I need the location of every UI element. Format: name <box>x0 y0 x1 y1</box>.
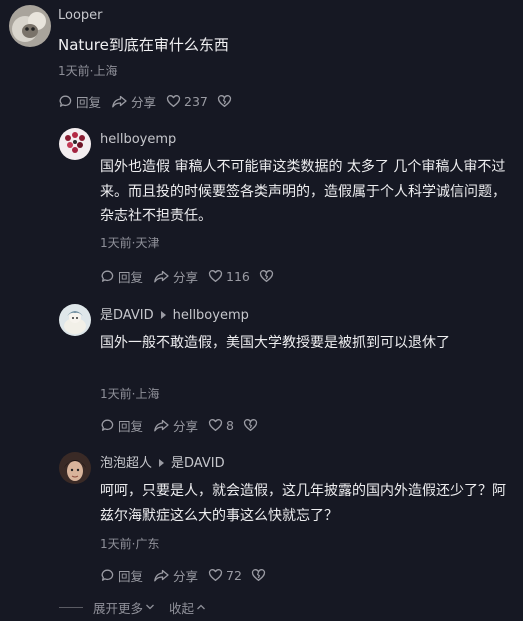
heart-icon <box>208 569 223 581</box>
expand-more-label: 展开更多 <box>93 600 144 616</box>
reply-author[interactable]: hellboyemp <box>100 132 176 148</box>
share-label: 分享 <box>173 418 199 434</box>
like-count: 237 <box>184 93 208 109</box>
share-button[interactable]: 分享 <box>153 566 198 585</box>
reply-button[interactable]: 回复 <box>58 92 101 111</box>
share-button[interactable]: 分享 <box>111 92 156 111</box>
share-icon <box>112 95 127 107</box>
heart-icon <box>208 419 223 431</box>
comment-actions: 回复 分享 237 <box>58 92 232 110</box>
divider-line <box>59 606 83 608</box>
dislike-button[interactable] <box>259 269 274 283</box>
comment-author[interactable]: Looper <box>58 8 103 24</box>
expand-more-button[interactable]: 展开更多 <box>93 598 155 617</box>
like-button[interactable]: 8 <box>208 418 234 433</box>
reply-actions: 回复 分享 8 <box>100 416 258 434</box>
reply-to-arrow-icon <box>160 310 166 319</box>
share-icon <box>154 569 169 581</box>
reply-icon <box>59 95 72 107</box>
heart-icon <box>166 95 181 107</box>
reply-meta: 1天前·天津 <box>100 236 160 250</box>
reply-meta: 1天前·广东 <box>100 537 160 551</box>
reply-label: 回复 <box>76 94 102 110</box>
share-button[interactable]: 分享 <box>153 416 198 435</box>
reply-author[interactable]: 泡泡超人 <box>100 456 152 471</box>
reply-button[interactable]: 回复 <box>100 416 143 435</box>
dislike-button[interactable] <box>217 94 232 108</box>
chevron-down-icon <box>146 604 154 610</box>
reply-label: 回复 <box>118 418 144 434</box>
reply-to-user[interactable]: 是DAVID <box>171 456 225 471</box>
reply-to-user[interactable]: hellboyemp <box>173 308 249 323</box>
broken-heart-icon <box>217 95 232 107</box>
avatar[interactable] <box>59 304 91 336</box>
share-button[interactable]: 分享 <box>153 267 198 286</box>
avatar[interactable] <box>59 452 91 484</box>
broken-heart-icon <box>259 270 274 282</box>
reply-actions: 回复 分享 116 <box>100 267 274 285</box>
share-label: 分享 <box>173 568 199 584</box>
broken-heart-icon <box>251 569 266 581</box>
reply-icon <box>101 270 114 282</box>
share-label: 分享 <box>173 269 199 285</box>
avatar[interactable] <box>9 5 51 47</box>
reply-text: 国外一般不敢造假，美国大学教授要是被抓到可以退休了 <box>100 335 450 351</box>
reply-icon <box>101 419 114 431</box>
comment-meta: 1天前·上海 <box>58 64 118 78</box>
reply-actions: 回复 分享 72 <box>100 566 266 584</box>
heart-icon <box>208 270 223 282</box>
reply-icon <box>101 569 114 581</box>
reply-button[interactable]: 回复 <box>100 267 143 286</box>
replies-footer: 展开更多 收起 <box>59 598 206 616</box>
like-count: 72 <box>226 567 242 583</box>
like-button[interactable]: 116 <box>208 269 250 284</box>
like-button[interactable]: 72 <box>208 568 242 583</box>
like-count: 116 <box>226 268 250 284</box>
reply-label: 回复 <box>118 568 144 584</box>
reply-text: 国外也造假 审稿人不可能审这类数据的 太多了 几个审稿人审不过来。而且投的时候要… <box>100 159 506 224</box>
reply-button[interactable]: 回复 <box>100 566 143 585</box>
collapse-button[interactable]: 收起 <box>169 598 206 617</box>
dislike-button[interactable] <box>251 568 266 582</box>
reply-author-line: 是DAVID hellboyemp <box>100 308 249 324</box>
avatar[interactable] <box>59 128 91 160</box>
comment-text: Nature到底在审什么东西 <box>58 36 229 54</box>
reply-meta: 1天前·上海 <box>100 387 160 401</box>
share-label: 分享 <box>131 94 157 110</box>
broken-heart-icon <box>243 419 258 431</box>
chevron-up-icon <box>197 604 205 610</box>
like-count: 8 <box>226 417 234 433</box>
reply-author[interactable]: 是DAVID <box>100 308 154 323</box>
reply-to-arrow-icon <box>159 458 165 467</box>
like-button[interactable]: 237 <box>166 94 208 109</box>
dislike-button[interactable] <box>243 418 258 432</box>
reply-label: 回复 <box>118 269 144 285</box>
share-icon <box>154 419 169 431</box>
reply-author-line: 泡泡超人 是DAVID <box>100 456 225 472</box>
share-icon <box>154 270 169 282</box>
reply-text: 呵呵，只要是人，就会造假，这几年披露的国内外造假还少了？阿兹尔海默症这么大的事这… <box>100 483 506 524</box>
collapse-label: 收起 <box>169 600 195 616</box>
